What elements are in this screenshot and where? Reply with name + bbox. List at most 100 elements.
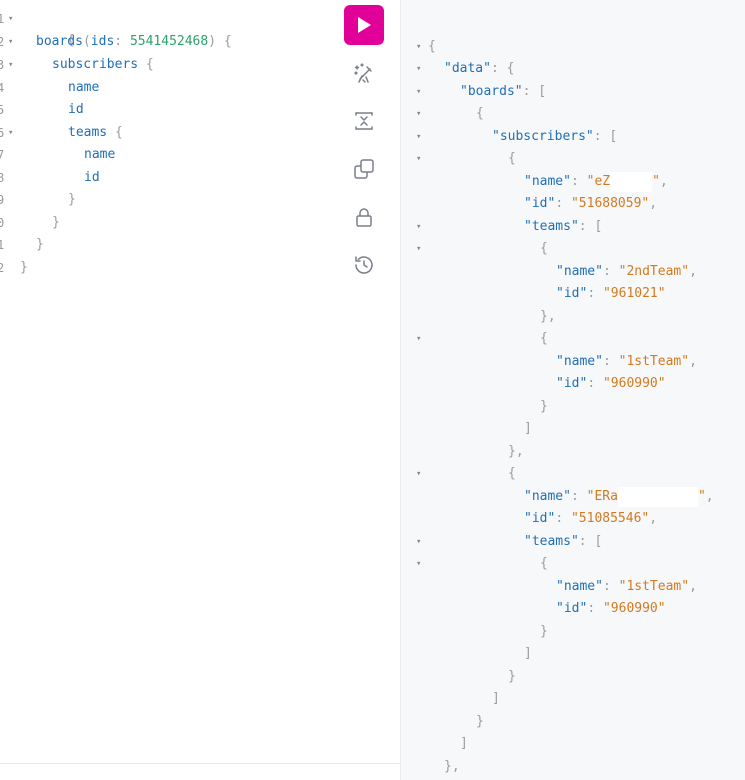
bracket: ] [524, 646, 532, 661]
fold-arrow-icon[interactable]: ▾ [416, 553, 421, 575]
code-line: name [68, 77, 99, 99]
code-line: boards(ids: 5541452468) { [36, 31, 232, 53]
json-line: "id": "51688059", [524, 193, 657, 215]
punct: : [602, 579, 619, 594]
json-line: { [540, 328, 548, 350]
field-name: name [84, 147, 116, 162]
brace: }, [540, 309, 556, 324]
code-line: } [20, 257, 28, 279]
fold-arrow-icon[interactable]: ▾ [416, 216, 421, 238]
punct: : [570, 174, 587, 189]
fold-arrow-icon[interactable]: ▾ [416, 328, 421, 350]
punct: : [587, 286, 603, 301]
fold-arrow-icon[interactable]: ▾ [8, 54, 13, 76]
json-line: "data": { [444, 58, 514, 80]
copy-icon [354, 159, 374, 179]
fold-arrow-icon[interactable]: ▾ [416, 531, 421, 553]
json-key: "id" [524, 511, 556, 526]
json-line: "id": "51085546", [524, 508, 657, 530]
graphiql-app: 1 2 3 4 5 6 7 8 9 0 1 2 ▾ ▾ ▾ ▾ { boards… [0, 0, 745, 780]
json-key: "id" [556, 601, 588, 616]
brace: { [540, 241, 548, 256]
fold-arrow-icon[interactable]: ▾ [416, 463, 421, 485]
fold-arrow-icon[interactable]: ▾ [416, 126, 421, 148]
punct: : [587, 376, 603, 391]
brace: { [508, 466, 516, 481]
json-key: "name" [524, 174, 571, 189]
line-number: 5 [0, 103, 5, 117]
line-number: 2 [0, 261, 5, 275]
play-icon [358, 17, 371, 33]
brace: }, [508, 444, 524, 459]
json-line: { [508, 148, 516, 170]
code-line: } [68, 189, 76, 211]
brace: } [52, 215, 60, 230]
prettify-button[interactable] [352, 61, 376, 85]
punct: : [ [522, 84, 547, 99]
json-string: "51688059" [570, 196, 650, 211]
fold-arrow-icon[interactable]: ▾ [8, 31, 13, 53]
json-line: } [476, 711, 484, 733]
copy-query-button[interactable] [352, 157, 376, 181]
code-line: } [36, 234, 44, 256]
field-name: name [68, 80, 100, 95]
fold-arrow-icon[interactable]: ▾ [416, 103, 421, 125]
query-editor[interactable]: 1 2 3 4 5 6 7 8 9 0 1 2 ▾ ▾ ▾ ▾ { boards… [0, 0, 400, 780]
fold-arrow-icon[interactable]: ▾ [416, 148, 421, 170]
brace: } [540, 624, 548, 639]
line-number: 2 [0, 35, 5, 49]
json-line: { [508, 463, 516, 485]
brace: { [428, 39, 436, 54]
json-line: "boards": [ [460, 81, 546, 103]
run-query-button[interactable] [344, 5, 384, 45]
json-key: "name" [556, 354, 603, 369]
field-id: id [84, 170, 100, 185]
merge-fragments-button[interactable] [352, 109, 376, 133]
brace: { [540, 556, 548, 571]
paren-close: ) { [208, 34, 232, 49]
brace: } [540, 399, 548, 414]
json-line: ] [524, 418, 532, 440]
result-panel[interactable]: ▾ ▾ ▾ ▾ ▾ ▾ ▾ ▾ ▾ ▾ ▾ ▾ { "data": { "boa… [400, 0, 745, 780]
code-line: id [68, 99, 84, 121]
brace: } [508, 669, 516, 684]
magic-wand-icon [354, 63, 372, 83]
json-line: "name": "2ndTeam", [556, 261, 697, 283]
fold-arrow-icon[interactable]: ▾ [416, 81, 421, 103]
json-line: } [540, 621, 548, 643]
json-string: "1stTeam" [618, 579, 690, 594]
line-number: 6 [0, 126, 5, 140]
fold-arrow-icon[interactable]: ▾ [8, 122, 13, 144]
brace: } [36, 237, 44, 252]
lock-button[interactable] [352, 205, 376, 229]
history-button[interactable] [352, 253, 376, 277]
brace: } [68, 192, 76, 207]
json-line: } [508, 666, 516, 688]
json-line: "name": "1stTeam", [556, 576, 697, 598]
code-line: id [84, 167, 100, 189]
field-teams: teams [68, 125, 108, 140]
code-line: subscribers { [52, 54, 154, 76]
punct: : [555, 196, 571, 211]
json-line: "subscribers": [ [492, 126, 617, 148]
json-key: "data" [444, 61, 491, 76]
redacted-block [617, 486, 698, 507]
json-key: "name" [556, 579, 603, 594]
fold-arrow-icon[interactable]: ▾ [8, 8, 13, 30]
code-line: name [84, 144, 115, 166]
json-line: "id": "960990" [556, 373, 666, 395]
fold-arrow-icon[interactable]: ▾ [416, 36, 421, 58]
json-line: ] [492, 688, 500, 710]
brace: { [107, 125, 123, 140]
json-line: }, [444, 756, 460, 778]
punct: : [555, 511, 571, 526]
line-number: 8 [0, 171, 5, 185]
punct: , [649, 511, 658, 526]
history-icon [355, 256, 373, 274]
json-line: ] [460, 733, 468, 755]
json-key: "name" [556, 264, 603, 279]
fold-arrow-icon[interactable]: ▾ [416, 238, 421, 260]
line-number: 7 [0, 148, 5, 162]
json-line: "teams": [ [524, 216, 602, 238]
fold-arrow-icon[interactable]: ▾ [416, 58, 421, 80]
